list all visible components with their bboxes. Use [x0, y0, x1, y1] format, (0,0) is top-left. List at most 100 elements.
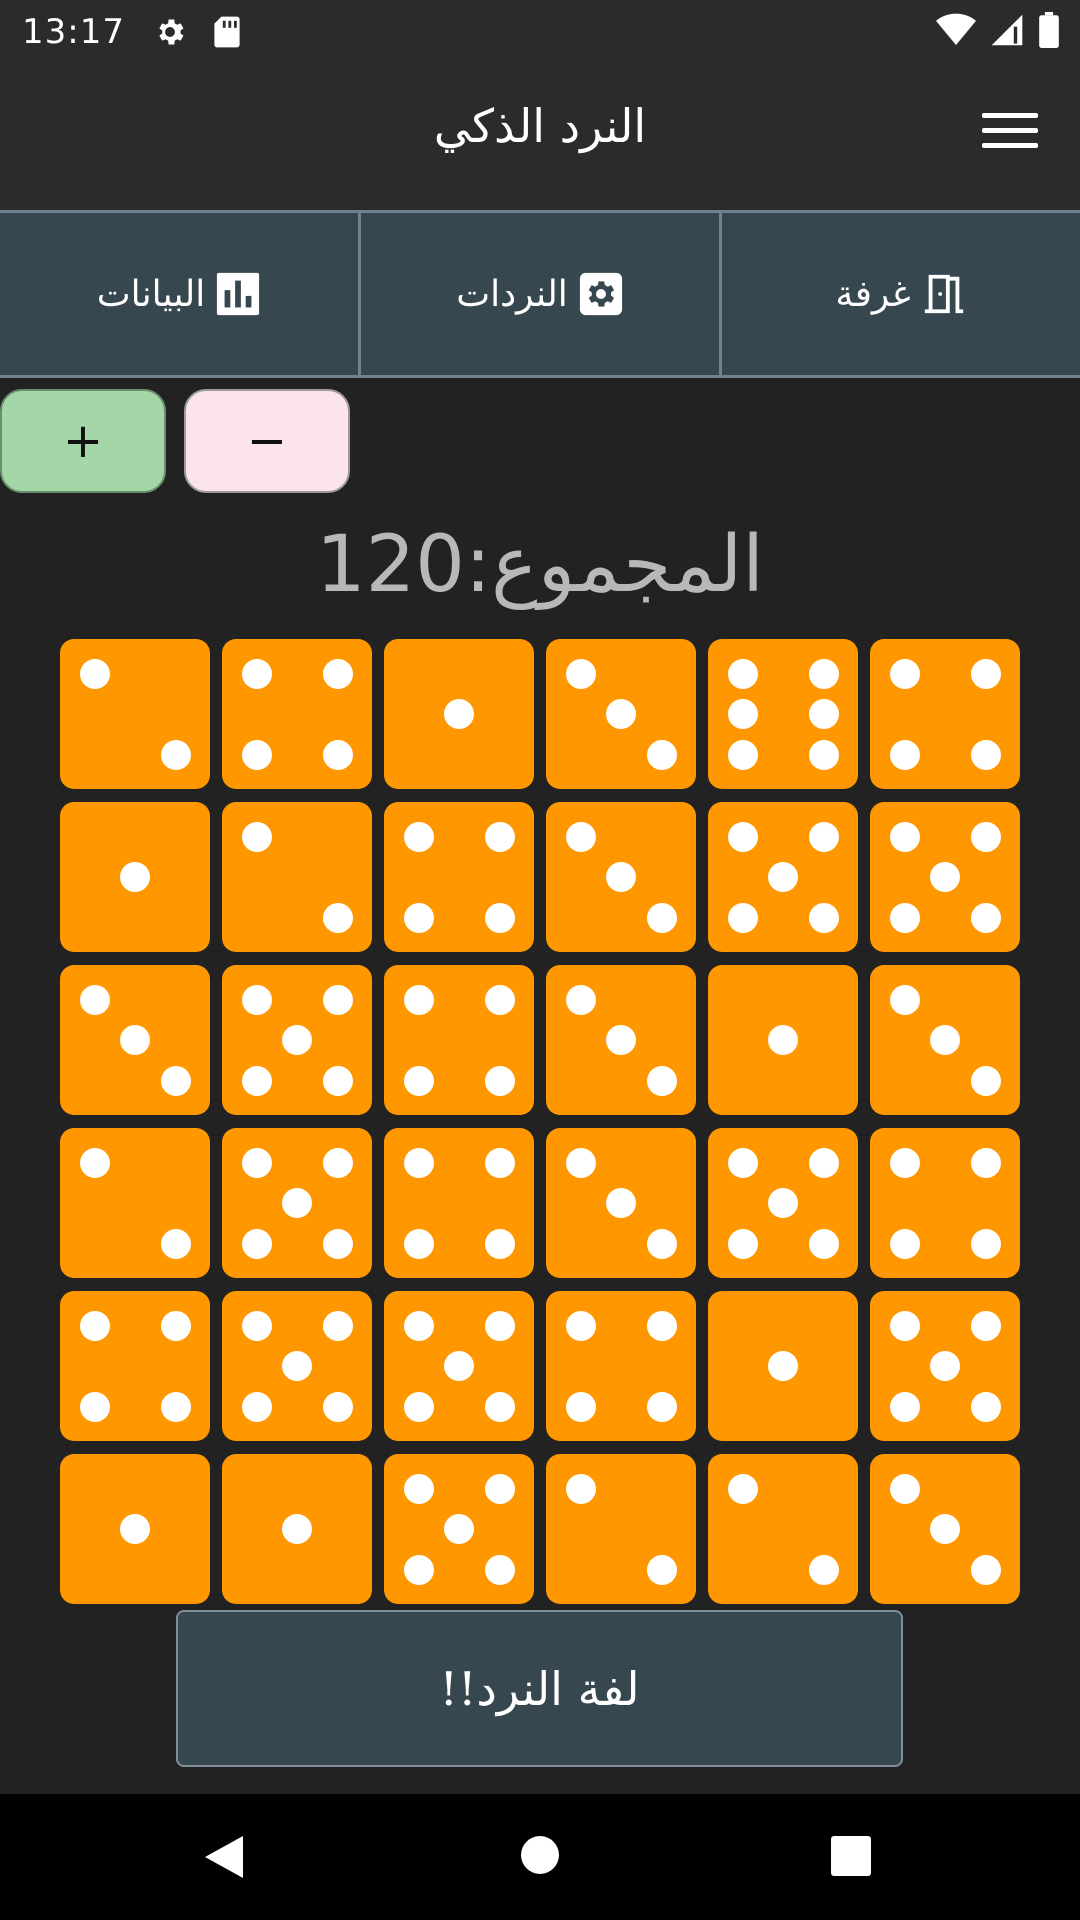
- settings-square-icon: [579, 272, 622, 316]
- tab-data[interactable]: البيانات: [0, 213, 358, 375]
- die[interactable]: [222, 802, 372, 952]
- recents-icon[interactable]: [831, 1836, 871, 1876]
- die[interactable]: [384, 639, 534, 789]
- die[interactable]: [708, 639, 858, 789]
- battery-icon: [1039, 12, 1059, 48]
- die[interactable]: [384, 1454, 534, 1604]
- die[interactable]: [384, 965, 534, 1115]
- die[interactable]: [222, 1454, 372, 1604]
- gear-icon: [159, 19, 184, 44]
- die[interactable]: [222, 1291, 372, 1441]
- die-pip: [970, 1391, 1001, 1422]
- die-pip: [484, 902, 515, 933]
- die[interactable]: [60, 965, 210, 1115]
- die[interactable]: [222, 1128, 372, 1278]
- die-pip: [241, 821, 272, 852]
- die-pip: [282, 1188, 312, 1218]
- die-pip: [322, 658, 353, 689]
- die-pip: [120, 862, 150, 892]
- die[interactable]: [60, 1128, 210, 1278]
- die-pip: [565, 1147, 596, 1178]
- die-pip: [241, 1147, 272, 1178]
- die[interactable]: [870, 1454, 1020, 1604]
- die[interactable]: [708, 1128, 858, 1278]
- home-icon[interactable]: [521, 1836, 559, 1874]
- die[interactable]: [870, 1128, 1020, 1278]
- tab-room-label: غرفة: [835, 273, 911, 315]
- die-pip: [808, 821, 839, 852]
- die-pip: [889, 1228, 920, 1259]
- die[interactable]: [384, 1291, 534, 1441]
- die-pip: [930, 1351, 960, 1381]
- die[interactable]: [708, 1454, 858, 1604]
- die-pip: [930, 1025, 960, 1055]
- die-pip: [646, 1554, 677, 1585]
- die-pip: [646, 1065, 677, 1096]
- die[interactable]: [708, 965, 858, 1115]
- die[interactable]: [222, 965, 372, 1115]
- die-pip: [889, 1391, 920, 1422]
- die[interactable]: [870, 965, 1020, 1115]
- status-right-icons: [936, 12, 1060, 48]
- die-pip: [484, 1554, 515, 1585]
- hamburger-menu-icon[interactable]: [982, 113, 1038, 157]
- die[interactable]: [60, 1291, 210, 1441]
- die[interactable]: [222, 639, 372, 789]
- die-pip: [241, 1391, 272, 1422]
- plus-button[interactable]: +: [0, 389, 166, 493]
- die-pip: [930, 1514, 960, 1544]
- roll-dice-button[interactable]: لفة النرد!!: [176, 1610, 903, 1767]
- die[interactable]: [546, 639, 696, 789]
- die-pip: [241, 984, 272, 1015]
- minus-button[interactable]: −: [184, 389, 350, 493]
- die-pip: [79, 1310, 110, 1341]
- die-pip: [79, 984, 110, 1015]
- die-pip: [444, 699, 474, 729]
- die-pip: [889, 984, 920, 1015]
- die-pip: [727, 1147, 758, 1178]
- die-pip: [160, 739, 191, 770]
- die[interactable]: [546, 1291, 696, 1441]
- die[interactable]: [870, 639, 1020, 789]
- app-bar: النرد الذكي: [0, 63, 1080, 210]
- die-pip: [403, 902, 434, 933]
- die-pip: [889, 1473, 920, 1504]
- tab-dice[interactable]: النردات: [358, 213, 719, 375]
- die-pip: [727, 658, 758, 689]
- die-pip: [727, 1228, 758, 1259]
- die-pip: [970, 739, 1001, 770]
- status-left-icons: [153, 15, 241, 49]
- die-pip: [484, 1310, 515, 1341]
- die[interactable]: [60, 1454, 210, 1604]
- die-pip: [160, 1391, 191, 1422]
- die-pip: [120, 1025, 150, 1055]
- die[interactable]: [870, 1291, 1020, 1441]
- die[interactable]: [708, 802, 858, 952]
- die-pip: [282, 1514, 312, 1544]
- die-pip: [808, 739, 839, 770]
- die-pip: [322, 739, 353, 770]
- die-pip: [606, 1025, 636, 1055]
- die[interactable]: [546, 1454, 696, 1604]
- die[interactable]: [384, 1128, 534, 1278]
- die[interactable]: [708, 1291, 858, 1441]
- die[interactable]: [60, 639, 210, 789]
- die-pip: [241, 658, 272, 689]
- tab-room[interactable]: غرفة: [719, 213, 1080, 375]
- die[interactable]: [546, 802, 696, 952]
- die-pip: [565, 984, 596, 1015]
- die-pip: [322, 984, 353, 1015]
- die-pip: [565, 1310, 596, 1341]
- die[interactable]: [60, 802, 210, 952]
- die[interactable]: [546, 965, 696, 1115]
- die-pip: [970, 902, 1001, 933]
- die-pip: [403, 1147, 434, 1178]
- die[interactable]: [870, 802, 1020, 952]
- back-icon[interactable]: [203, 1834, 245, 1880]
- die-pip: [646, 902, 677, 933]
- die[interactable]: [384, 802, 534, 952]
- die-pip: [808, 1147, 839, 1178]
- die[interactable]: [546, 1128, 696, 1278]
- sd-card-icon: [214, 16, 240, 47]
- die-pip: [646, 1310, 677, 1341]
